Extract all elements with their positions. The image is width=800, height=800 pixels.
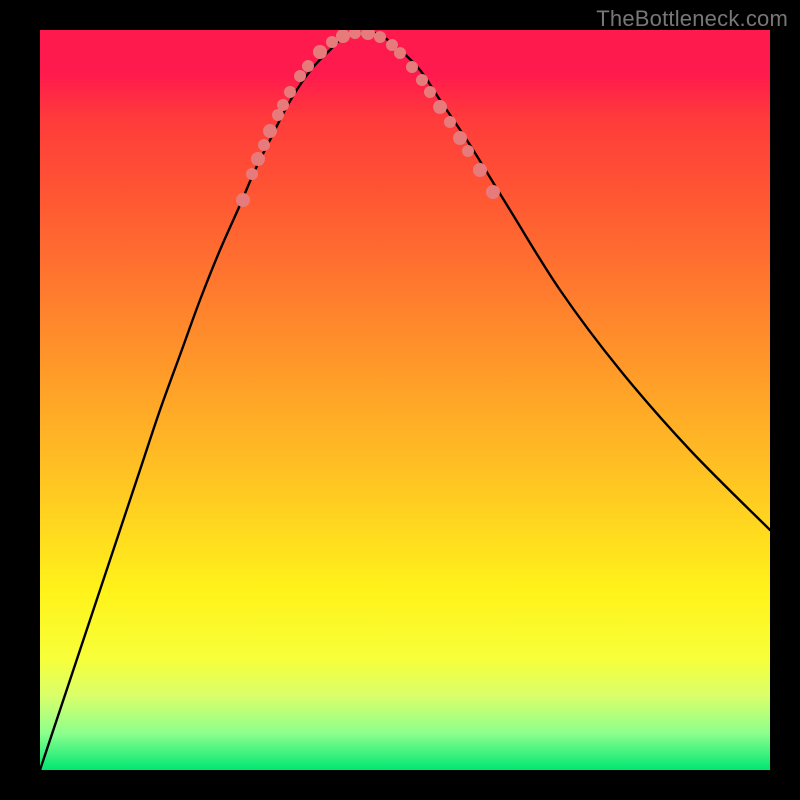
marker-dot bbox=[258, 139, 270, 151]
marker-dot bbox=[313, 45, 327, 59]
marker-dot bbox=[361, 30, 375, 40]
marker-dot bbox=[251, 152, 265, 166]
marker-dot bbox=[263, 124, 277, 138]
watermark-text: TheBottleneck.com bbox=[596, 6, 788, 32]
marker-dot bbox=[236, 193, 250, 207]
highlighted-points bbox=[236, 30, 500, 207]
marker-dot bbox=[394, 47, 406, 59]
marker-dot bbox=[284, 86, 296, 98]
marker-dot bbox=[416, 74, 428, 86]
plot-area bbox=[40, 30, 770, 770]
marker-dot bbox=[406, 61, 418, 73]
marker-dot bbox=[462, 145, 474, 157]
marker-dot bbox=[473, 163, 487, 177]
bottleneck-curve bbox=[40, 32, 770, 770]
marker-dot bbox=[453, 131, 467, 145]
marker-dot bbox=[294, 70, 306, 82]
marker-dot bbox=[433, 100, 447, 114]
marker-dot bbox=[444, 116, 456, 128]
marker-dot bbox=[349, 30, 361, 39]
marker-dot bbox=[374, 31, 386, 43]
chart-svg bbox=[40, 30, 770, 770]
marker-dot bbox=[246, 168, 258, 180]
chart-frame: TheBottleneck.com bbox=[0, 0, 800, 800]
marker-dot bbox=[424, 86, 436, 98]
marker-dot bbox=[486, 185, 500, 199]
marker-dot bbox=[277, 99, 289, 111]
marker-dot bbox=[302, 60, 314, 72]
marker-dot bbox=[326, 36, 338, 48]
